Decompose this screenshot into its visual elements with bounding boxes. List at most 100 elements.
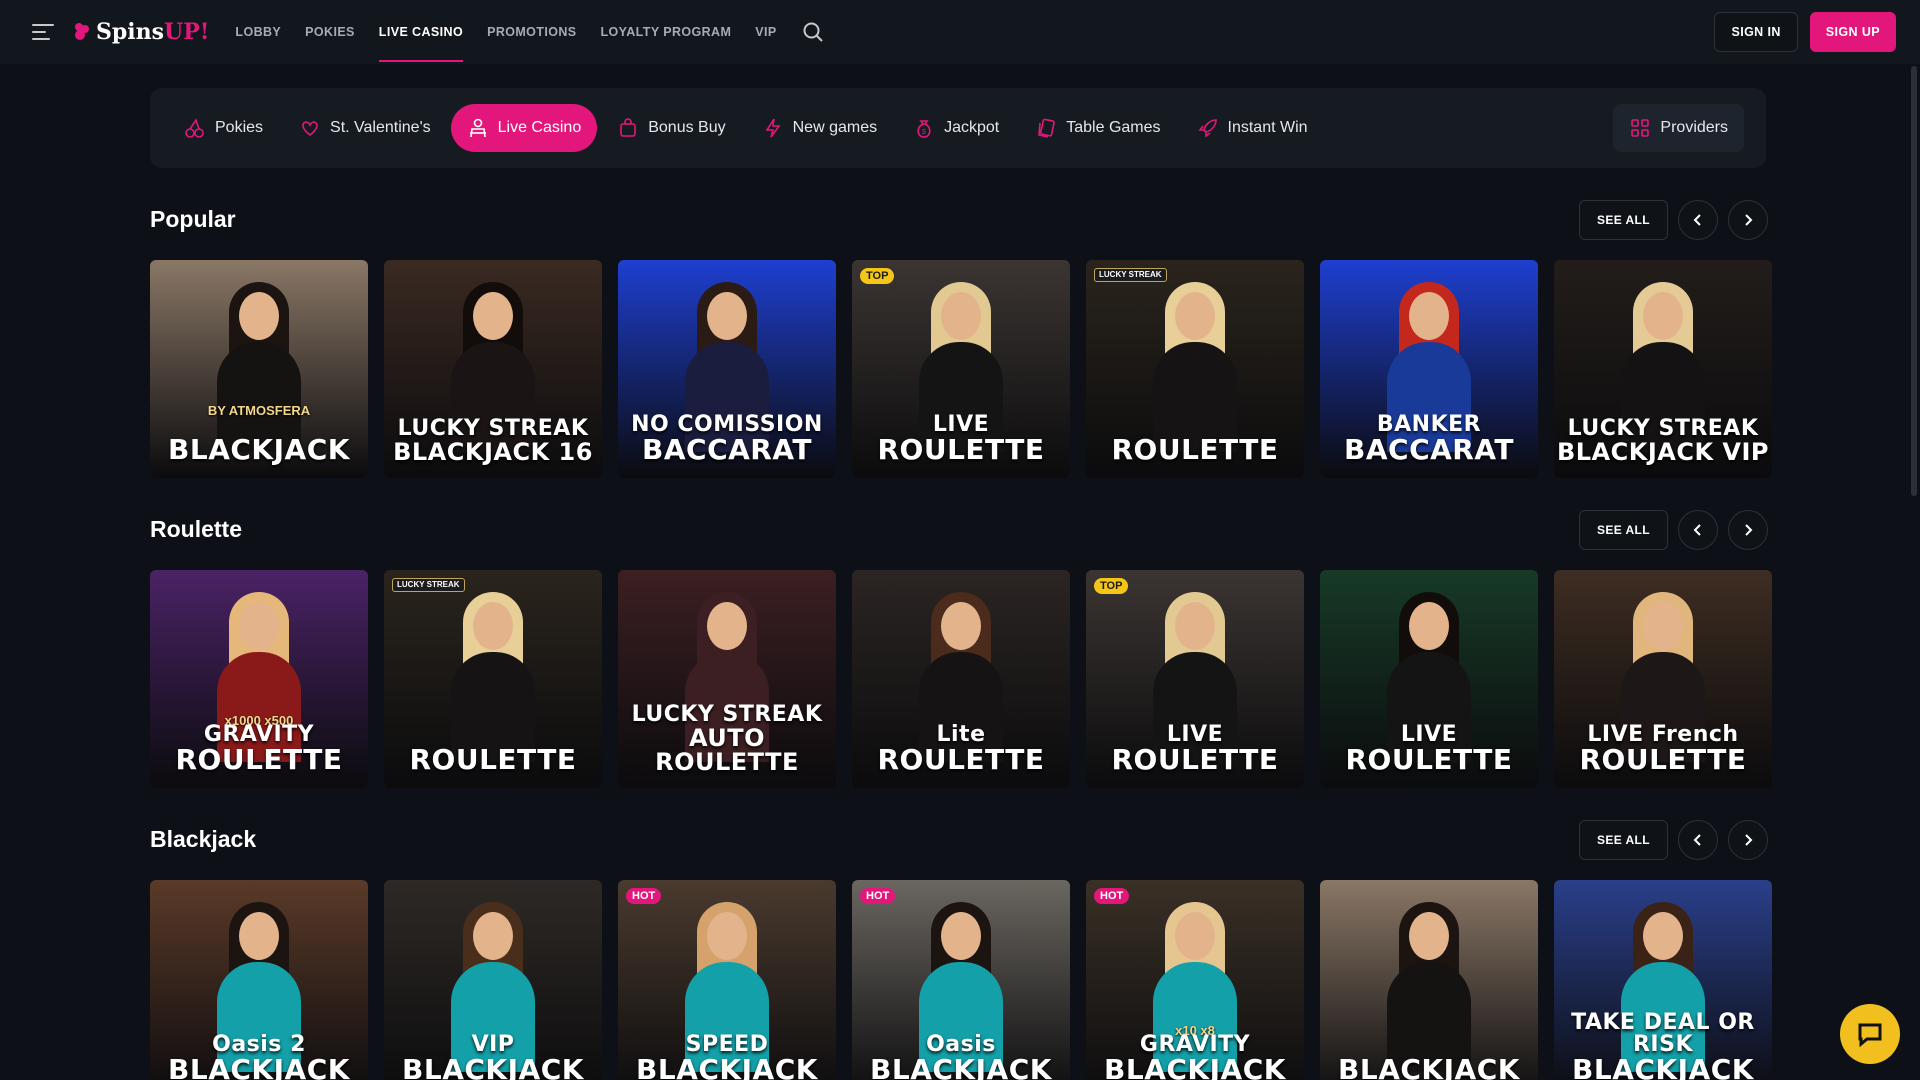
dealer-image [1617,592,1709,762]
game-title: BANKER BACCARAT [1320,414,1538,464]
nav-lobby[interactable]: LOBBY [235,0,281,64]
game-card[interactable]: VIP BLACKJACK [384,880,602,1080]
game-card[interactable]: TAKE DEAL OR RISK BLACKJACK [1554,880,1772,1080]
game-card[interactable]: LUCKY STREAK BLACKJACK 16 [384,260,602,478]
game-card[interactable]: LUCKY STREAK BLACKJACK VIP [1554,260,1772,478]
game-card[interactable]: LUCKY STREAK ROULETTE [1086,260,1304,478]
category-live-casino[interactable]: Live Casino [450,104,598,152]
svg-text:$: $ [922,129,926,136]
game-badge: HOT [1094,888,1130,904]
game-card[interactable]: Oasis 2 BLACKJACK [150,880,368,1080]
game-card[interactable]: LUCKY STREAK ROULETTE [384,570,602,788]
scrollbar-thumb[interactable] [1911,66,1917,496]
logo[interactable]: Spins UP! [72,19,209,45]
game-card[interactable]: TOP LIVE ROULETTE [852,260,1070,478]
nav-promotions[interactable]: PROMOTIONS [487,0,576,64]
category-table-games[interactable]: Table Games [1019,104,1176,152]
game-title: GRAVITY ROULETTE [150,724,368,774]
category-bonus-buy[interactable]: Bonus Buy [601,104,741,152]
category-new-games[interactable]: New games [746,104,893,152]
prev-arrow-button[interactable] [1678,200,1718,240]
game-title: LUCKY STREAK BLACKJACK 16 [384,418,602,465]
game-title: GRAVITY BLACKJACK [1086,1034,1304,1080]
game-card[interactable]: HOT SPEED BLACKJACK [618,880,836,1080]
game-card[interactable]: HOT x10 x8 GRAVITY BLACKJACK [1086,880,1304,1080]
dealer-image [447,592,539,762]
dealer-image [681,902,773,1072]
heart-gift-icon [302,121,318,137]
category-jackpot[interactable]: $ Jackpot [897,104,1015,152]
game-card[interactable]: BY ATMOSFERA BLACKJACK [150,260,368,478]
game-badge: HOT [860,888,896,904]
game-card[interactable]: TOP LIVE ROULETTE [1086,570,1304,788]
category-label: Jackpot [944,119,1000,136]
category-pokies[interactable]: Pokies [168,104,279,152]
game-card[interactable]: LIVE ROULETTE [1320,570,1538,788]
dealer-icon [469,118,486,138]
cards-icon [1038,118,1056,138]
chat-button[interactable] [1840,1004,1900,1064]
category-st-valentines[interactable]: St. Valentine's [283,104,447,152]
section-controls: SEE ALL [1578,200,1768,240]
game-title: LIVE French ROULETTE [1554,724,1772,774]
game-title: ROULETTE [1086,436,1304,464]
game-title: VIP BLACKJACK [384,1034,602,1080]
chevron-right-icon [1745,524,1753,536]
section-title: Roulette [150,516,242,542]
game-title-line2: ROULETTE [1111,743,1279,776]
prev-arrow-button[interactable] [1678,510,1718,550]
game-badge: TOP [1094,578,1129,594]
game-title-line2: ROULETTE [877,743,1045,776]
game-card[interactable]: HOT Oasis BLACKJACK [852,880,1070,1080]
game-title: ROULETTE [384,746,602,774]
sign-in-button[interactable]: SIGN IN [1714,12,1798,52]
dealer-image [447,282,539,452]
nav-live-casino[interactable]: LIVE CASINO [378,0,464,64]
game-card[interactable]: LUCKY STREAK AUTO ROULETTE [618,570,836,788]
game-card[interactable]: Lite ROULETTE [852,570,1070,788]
chevron-left-icon [1693,214,1701,226]
game-title-line1: LUCKY STREAK [1567,416,1759,441]
game-card[interactable]: BLACKJACK [1320,880,1538,1080]
game-badge: LUCKY STREAK [392,578,465,592]
category-label: Live Casino [497,119,582,136]
dealer-image [681,282,773,452]
next-arrow-button[interactable] [1728,200,1768,240]
next-arrow-button[interactable] [1728,510,1768,550]
game-title: NO COMISSION BACCARAT [618,414,836,464]
game-card[interactable]: NO COMISSION BACCARAT [618,260,836,478]
section-controls: SEE ALL [1578,510,1768,550]
category-instant-win[interactable]: Instant Win [1181,104,1324,152]
game-title: BLACKJACK [1320,1056,1538,1080]
next-arrow-button[interactable] [1728,820,1768,860]
game-title-line2: BLACKJACK VIP [1556,438,1770,466]
chevron-left-icon [1693,834,1701,846]
page-scrollbar[interactable] [1908,64,1920,1080]
dealer-image [915,282,1007,452]
auth-buttons: SIGN IN SIGN UP [1714,12,1896,52]
game-card[interactable]: BANKER BACCARAT [1320,260,1538,478]
see-all-button[interactable]: SEE ALL [1578,200,1668,240]
sign-up-button[interactable]: SIGN UP [1809,12,1896,52]
cherries-icon [185,118,204,138]
game-title-line2: ROULETTE [877,433,1045,466]
game-row: x1000 x500 GRAVITY ROULETTE LUCKY STREAK ROU… [150,570,1772,788]
providers-button[interactable]: Providers [1613,104,1744,152]
dealer-image [1383,902,1475,1072]
logo-accent: UP! [164,19,210,45]
game-title: LIVE ROULETTE [1086,724,1304,774]
nav-pokies[interactable]: POKIES [305,0,355,64]
section-title: Popular [150,206,236,232]
nav-vip[interactable]: VIP [755,0,776,64]
see-all-button[interactable]: SEE ALL [1578,820,1668,860]
game-title-line2: BLACKJACK [168,433,350,466]
see-all-button[interactable]: SEE ALL [1578,510,1668,550]
prev-arrow-button[interactable] [1678,820,1718,860]
game-card[interactable]: LIVE French ROULETTE [1554,570,1772,788]
game-card[interactable]: x1000 x500 GRAVITY ROULETTE [150,570,368,788]
menu-icon[interactable] [32,24,54,40]
nav-loyalty-program[interactable]: LOYALTY PROGRAM [601,0,732,64]
search-icon[interactable] [801,20,825,44]
game-title-line2: ROULETTE [1579,743,1747,776]
game-title: LUCKY STREAK AUTO ROULETTE [618,704,836,775]
